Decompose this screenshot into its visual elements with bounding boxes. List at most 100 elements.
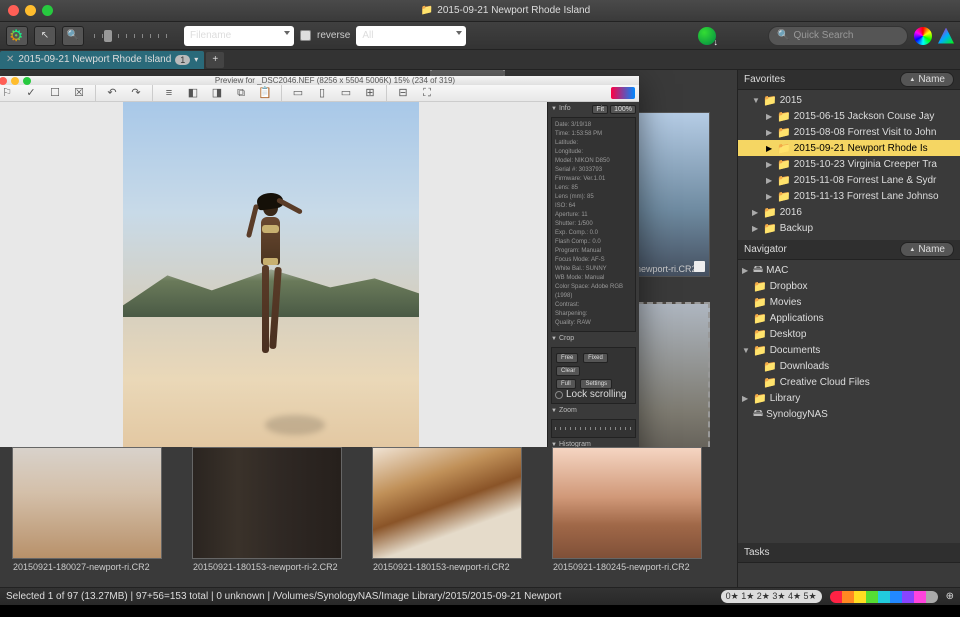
quick-search-input[interactable]: 🔍 Quick Search	[768, 26, 908, 46]
remove-button[interactable]: ⊟	[395, 85, 411, 101]
disclosure-icon[interactable]: ▼	[752, 96, 760, 105]
minimize-icon[interactable]	[11, 77, 19, 85]
mark-button[interactable]: ✓	[23, 85, 39, 101]
preview-image-area[interactable]	[0, 102, 547, 447]
disclosure-icon[interactable]: ▶	[766, 176, 774, 185]
star-rating-filter[interactable]: 0★ 1★ 2★ 3★ 4★ 5★	[721, 590, 822, 603]
copy-button[interactable]: ⧉	[233, 85, 249, 101]
color-label-filter[interactable]	[830, 591, 938, 603]
tree-item[interactable]: ▶📁2015-11-13 Forrest Lane Johnso	[738, 188, 960, 204]
paste-button[interactable]: 📋	[257, 85, 273, 101]
filter-toggle-icon[interactable]: ⊕	[946, 591, 954, 602]
tree-item-2016[interactable]: ▶📁2016	[738, 204, 960, 220]
color-swatch[interactable]	[842, 591, 854, 603]
tree-item-selected[interactable]: ▶📁2015-09-21 Newport Rhode Is	[738, 140, 960, 156]
color-swatch[interactable]	[890, 591, 902, 603]
settings-button[interactable]	[6, 26, 28, 46]
tree-item[interactable]: ▶📁2015-11-08 Forrest Lane & Sydr	[738, 172, 960, 188]
disclosure-icon[interactable]: ▶	[766, 160, 774, 169]
sort-dropdown[interactable]: Filename	[184, 26, 294, 46]
rotate-ccw-button[interactable]: ↶	[104, 85, 120, 101]
filmstrip-thumb[interactable]: 20150921-180027-newport-ri.CR2	[12, 447, 162, 575]
unselect-button[interactable]: ☒	[71, 85, 87, 101]
thumbnail-size-slider[interactable]	[94, 34, 174, 38]
zoom-pct[interactable]: 100%	[610, 105, 636, 114]
grid-thumb[interactable]: -newport-ri.CR2	[628, 302, 710, 447]
minimize-window-icon[interactable]	[25, 5, 36, 16]
tree-item-mac[interactable]: ▶🖴MAC	[738, 262, 960, 278]
disclosure-icon[interactable]: ▶	[766, 128, 774, 137]
portrait-button[interactable]: ▯	[314, 85, 330, 101]
crop-clear-button[interactable]: Clear	[556, 366, 580, 376]
crop-fixed-button[interactable]: Fixed	[583, 353, 608, 363]
pick-button[interactable]: ⚐	[0, 85, 15, 101]
info-section-title[interactable]: Info	[551, 105, 590, 112]
profile-icon[interactable]	[938, 28, 954, 44]
sort-name-button[interactable]: Name	[900, 72, 954, 87]
color-swatch[interactable]	[914, 591, 926, 603]
zoom-tool-button[interactable]: 🔍	[62, 26, 84, 46]
zoom-section-title[interactable]: Zoom	[551, 407, 636, 414]
disclosure-icon[interactable]: ▶	[766, 112, 774, 121]
crop-section-title[interactable]: Crop	[551, 335, 636, 342]
tree-item-library[interactable]: ▶📁Library	[738, 390, 960, 406]
tab-menu-icon[interactable]: ▾	[194, 55, 198, 64]
tree-item[interactable]: 📁Downloads	[738, 358, 960, 374]
disclosure-icon[interactable]: ▶	[752, 208, 760, 217]
disclosure-icon[interactable]: ▶	[752, 224, 760, 233]
crop-free-button[interactable]: Free	[556, 353, 578, 363]
tree-item[interactable]: 📁Movies	[738, 294, 960, 310]
filmstrip-thumb[interactable]: 20150921-180153-newport-ri.CR2	[372, 447, 522, 575]
xml-button[interactable]: ◨	[209, 85, 225, 101]
disclosure-icon[interactable]: ▼	[742, 346, 750, 355]
auto-thumb-button[interactable]: ⊞	[362, 85, 378, 101]
thumbnail-grid[interactable]: -newport-ri.CR2 -newport-ri.CR2 Preview …	[0, 70, 737, 447]
color-swatch[interactable]	[854, 591, 866, 603]
color-swatch[interactable]	[902, 591, 914, 603]
maximize-window-icon[interactable]	[42, 5, 53, 16]
upload-icon[interactable]	[698, 27, 716, 45]
sort-name-button[interactable]: Name	[900, 242, 954, 257]
filmstrip-thumb[interactable]: 20150921-180153-newport-ri-2.CR2	[192, 447, 342, 575]
tree-item[interactable]: 📁Dropbox	[738, 278, 960, 294]
tree-item-backup[interactable]: ▶📁Backup	[738, 220, 960, 236]
thumb-checkbox[interactable]	[694, 261, 705, 272]
add-tab-button[interactable]: +	[206, 52, 224, 68]
fit-button[interactable]: Fit	[592, 105, 608, 114]
single-pic-button[interactable]: ▭	[290, 85, 306, 101]
rotate-cw-button[interactable]: ↷	[128, 85, 144, 101]
disclosure-icon[interactable]: ▶	[766, 192, 774, 201]
pointer-tool-button[interactable]: ↖	[34, 26, 56, 46]
select-button[interactable]: ☐	[47, 85, 63, 101]
filter-dropdown[interactable]: All	[356, 26, 466, 46]
lock-scroll-checkbox[interactable]: Lock scrolling	[555, 390, 632, 400]
grid-thumb[interactable]: -newport-ri.CR2	[628, 112, 710, 277]
tree-item[interactable]: 📁Applications	[738, 310, 960, 326]
disclosure-icon[interactable]: ▶	[742, 394, 750, 403]
fullview-button[interactable]: ⛶	[419, 85, 435, 101]
folder-tab[interactable]: ✕ 2015-09-21 Newport Rhode Island 1 ▾	[0, 51, 204, 69]
color-wheel-icon[interactable]	[914, 27, 932, 45]
metadata-button[interactable]: ≡	[161, 85, 177, 101]
tree-item-2015[interactable]: ▼📁2015	[738, 92, 960, 108]
maximize-icon[interactable]	[23, 77, 31, 85]
disclosure-icon[interactable]: ▶	[742, 266, 750, 275]
tree-item-documents[interactable]: ▼📁Documents	[738, 342, 960, 358]
disclosure-icon[interactable]: ▶	[766, 144, 774, 153]
tree-item[interactable]: 📁Desktop	[738, 326, 960, 342]
reverse-checkbox[interactable]	[300, 30, 311, 41]
tree-item[interactable]: ▶📁2015-08-08 Forrest Visit to John	[738, 124, 960, 140]
close-icon[interactable]	[0, 77, 7, 85]
close-tab-icon[interactable]: ✕	[6, 54, 14, 65]
filmstrip-thumb[interactable]: 20150921-180245-newport-ri.CR2	[552, 447, 702, 575]
tree-item[interactable]: 📁Creative Cloud Files	[738, 374, 960, 390]
tree-item[interactable]: ▶📁2015-06-15 Jackson Couse Jay	[738, 108, 960, 124]
tree-item-nas[interactable]: 🖴SynologyNAS	[738, 406, 960, 422]
iptc-button[interactable]: ◧	[185, 85, 201, 101]
zoom-slider[interactable]	[555, 427, 632, 430]
landscape-button[interactable]: ▭	[338, 85, 354, 101]
color-swatch[interactable]	[926, 591, 938, 603]
color-swatch[interactable]	[866, 591, 878, 603]
tree-item[interactable]: ▶📁2015-10-23 Virginia Creeper Tra	[738, 156, 960, 172]
color-swatch[interactable]	[830, 591, 842, 603]
